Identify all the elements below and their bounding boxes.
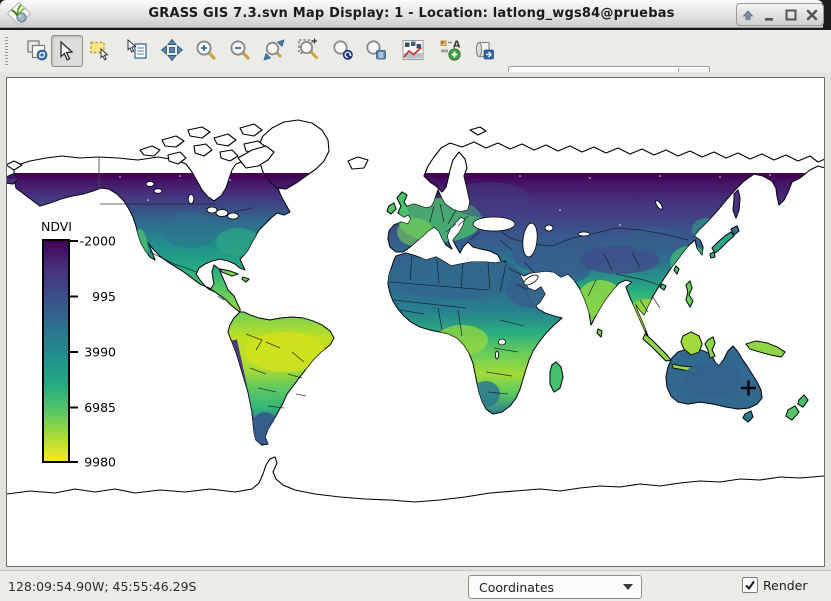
zoom-region-button[interactable] <box>294 35 324 65</box>
legend-tick-label: 3990 <box>84 345 116 360</box>
pan-tool-button[interactable] <box>157 35 187 65</box>
zoom-extent-icon <box>262 38 286 62</box>
zoom-previous-button[interactable] <box>328 35 358 65</box>
add-overlay-button[interactable]: A <box>435 35 465 65</box>
coordinate-readout: 128:09:54.90W; 45:55:46.29S <box>8 579 196 594</box>
window-controls <box>736 3 824 26</box>
analyze-icon <box>401 38 425 62</box>
render-checkbox-label: Render <box>763 578 808 593</box>
render-checkbox[interactable] <box>742 577 758 593</box>
legend-tick-label: -2000 <box>80 234 116 249</box>
titlebar[interactable]: GRASS GIS 7.3.svn Map Display: 1 - Locat… <box>0 0 823 28</box>
statusbar-mode-select[interactable]: Coordinates <box>468 575 642 599</box>
zoom-in-icon <box>194 38 218 62</box>
zoom-in-button[interactable] <box>191 35 221 65</box>
query-tool-button[interactable] <box>123 35 153 65</box>
map-toolbar: A 2D view <box>0 30 831 73</box>
render-map-icon <box>25 38 49 62</box>
pointer-tool-button[interactable] <box>51 35 83 67</box>
select-region-icon <box>88 38 112 62</box>
window-title: GRASS GIS 7.3.svn Map Display: 1 - Locat… <box>0 6 823 21</box>
shade-icon[interactable] <box>739 6 757 24</box>
map-frame: NDVI -2000 995 3990 6985 9980 <box>0 72 831 570</box>
select-region-button[interactable] <box>85 35 115 65</box>
pointer-icon <box>55 39 79 63</box>
map-canvas[interactable]: NDVI -2000 995 3990 6985 9980 <box>6 77 825 567</box>
legend-tick-label: 995 <box>92 289 116 304</box>
render-map-button[interactable] <box>22 35 52 65</box>
zoom-region-icon <box>297 38 321 62</box>
toolbar-grip[interactable] <box>5 37 8 65</box>
antarctica-coastline <box>7 457 824 502</box>
ndvi-legend: NDVI -2000 995 3990 6985 9980 <box>41 219 116 470</box>
zoom-out-icon <box>228 38 252 62</box>
zoom-previous-icon <box>331 38 355 62</box>
statusbar-mode-value: Coordinates <box>469 580 615 595</box>
query-icon <box>126 38 150 62</box>
zoom-options-icon <box>364 38 388 62</box>
grass-map-display-window: GRASS GIS 7.3.svn Map Display: 1 - Locat… <box>0 0 831 600</box>
add-overlay-icon: A <box>438 38 462 62</box>
world-ndvi-map: NDVI -2000 995 3990 6985 9980 <box>7 78 824 566</box>
statusbar: 128:09:54.90W; 45:55:46.29S Coordinates … <box>0 570 831 601</box>
legend-colorbar <box>43 240 69 462</box>
legend-tick-label: 9980 <box>84 455 116 470</box>
legend-tick-label: 6985 <box>84 400 116 415</box>
analyze-button[interactable] <box>398 35 428 65</box>
minimize-icon[interactable] <box>760 6 778 24</box>
zoom-options-button[interactable] <box>361 35 391 65</box>
render-toggle[interactable]: Render <box>742 577 808 593</box>
chevron-down-icon <box>615 584 641 590</box>
save-display-icon <box>472 38 496 62</box>
close-icon[interactable] <box>803 6 821 24</box>
maximize-icon[interactable] <box>782 6 800 24</box>
zoom-out-button[interactable] <box>225 35 255 65</box>
save-display-button[interactable] <box>469 35 499 65</box>
legend-title: NDVI <box>41 219 72 234</box>
zoom-extent-button[interactable] <box>259 35 289 65</box>
pan-icon <box>160 38 184 62</box>
check-icon <box>744 579 756 591</box>
